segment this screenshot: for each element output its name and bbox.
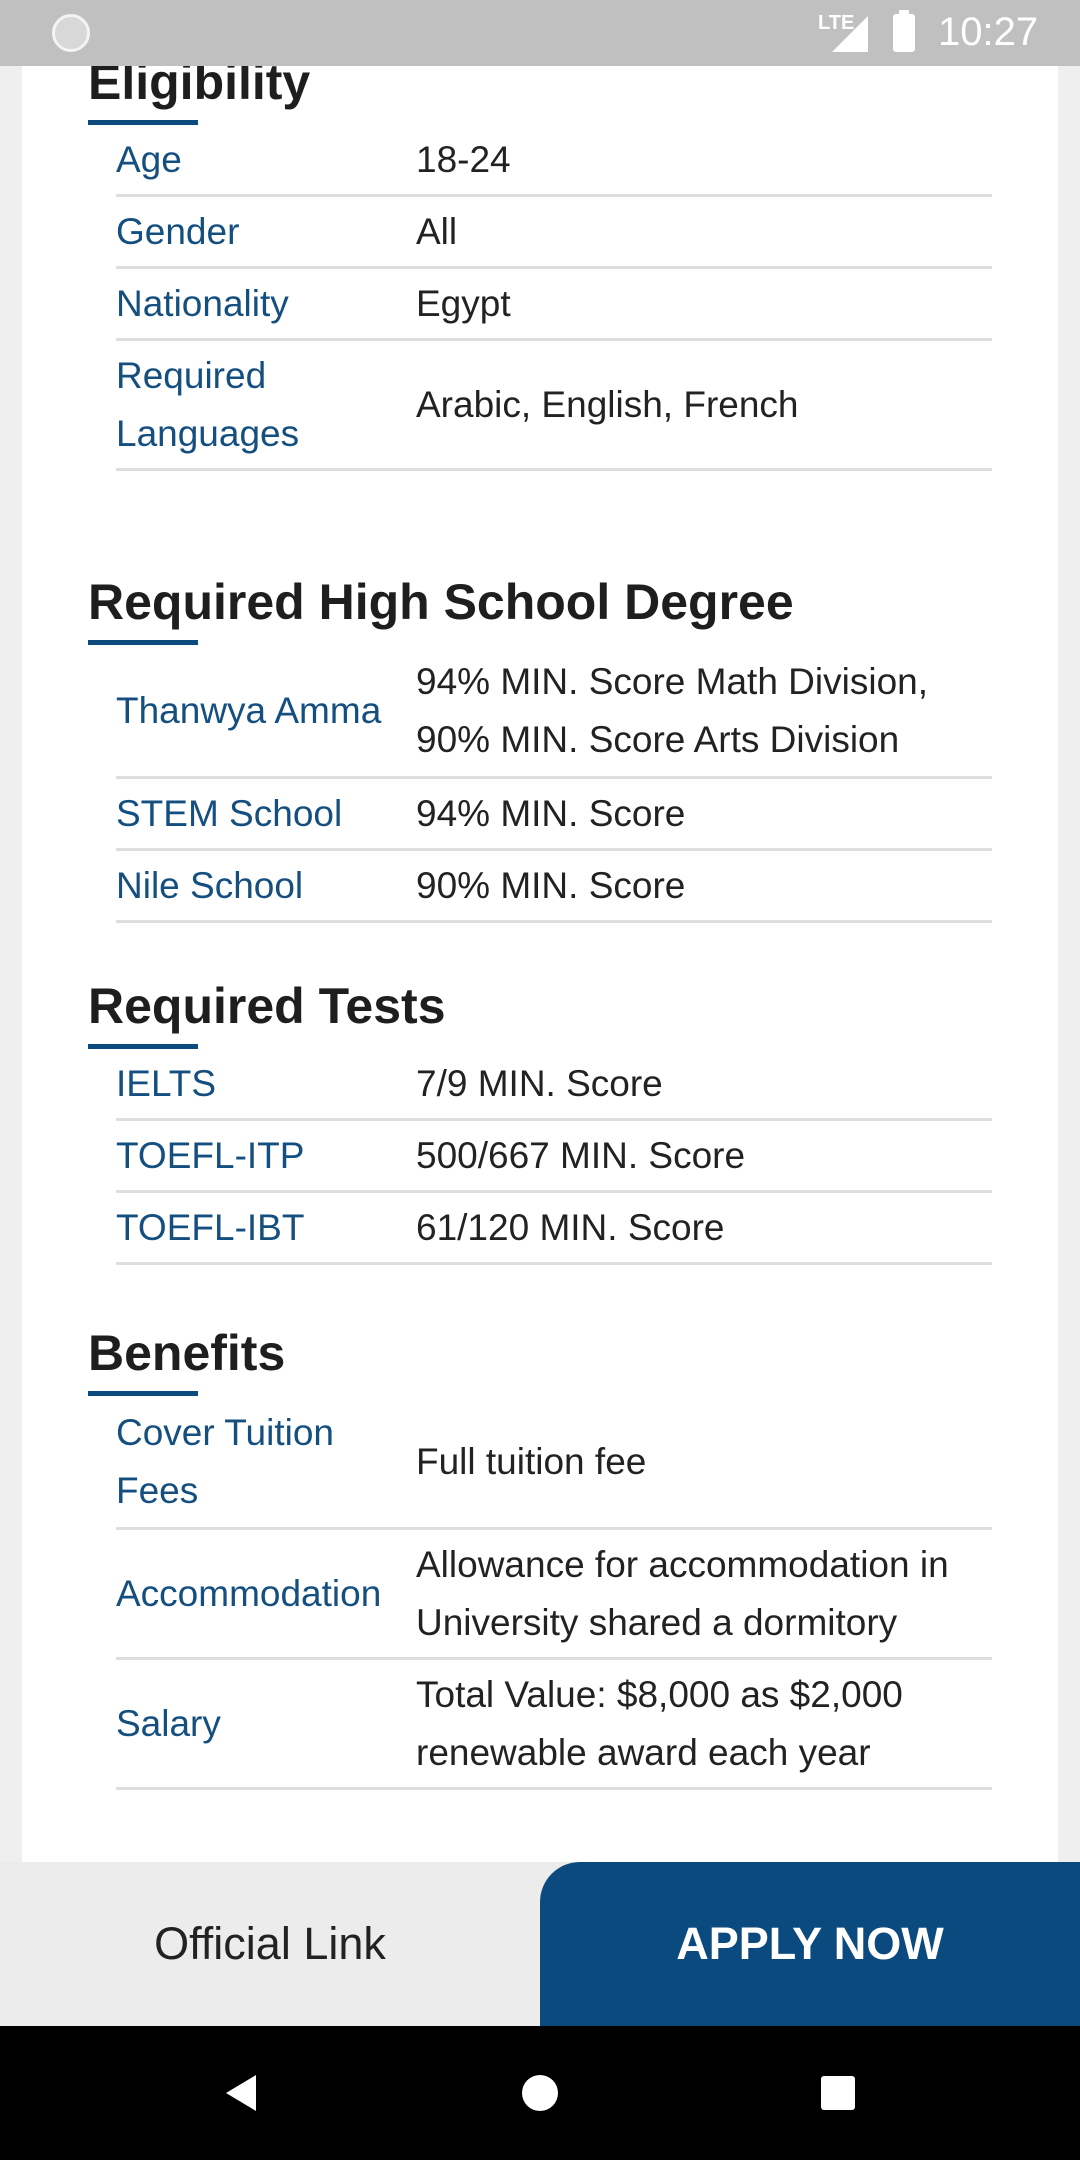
row-value: Egypt (416, 282, 511, 324)
row-label: Nile School (116, 864, 304, 906)
row-value: Full tuition fee (416, 1440, 647, 1482)
table-row: Cover Tuition Fees Full tuition fee (116, 1396, 992, 1530)
row-value: 94% MIN. Score Math Division, 90% MIN. S… (416, 660, 929, 760)
signal-icon (832, 16, 868, 52)
back-icon[interactable] (222, 2071, 262, 2115)
table-row: Salary Total Value: $8,000 as $2,000 ren… (116, 1660, 992, 1790)
row-label: Cover Tuition Fees (116, 1411, 334, 1511)
tests-section: Required Tests IELTS 7/9 MIN. Score TOEF… (88, 978, 1014, 1265)
row-value: Arabic, English, French (416, 383, 799, 425)
table-row: Nile School 90% MIN. Score (116, 851, 992, 923)
table-row: Thanwya Amma 94% MIN. Score Math Divisio… (116, 645, 992, 779)
benefits-rows: Cover Tuition Fees Full tuition fee Acco… (116, 1396, 992, 1790)
bottom-action-bar: Official Link APPLY NOW (0, 1862, 1080, 2026)
recents-icon[interactable] (818, 2071, 858, 2115)
clock: 10:27 (938, 10, 1039, 54)
status-bar: LTE 10:27 (0, 0, 1080, 66)
row-label: IELTS (116, 1062, 217, 1104)
tests-rows: IELTS 7/9 MIN. Score TOEFL-ITP 500/667 M… (116, 1049, 992, 1265)
row-label: Required Languages (116, 354, 300, 454)
row-label: Age (116, 138, 182, 180)
home-icon[interactable] (520, 2071, 560, 2115)
row-label: Gender (116, 210, 240, 252)
section-title: Required High School Degree (88, 574, 794, 630)
high-school-rows: Thanwya Amma 94% MIN. Score Math Divisio… (116, 645, 992, 923)
system-nav-bar (0, 2026, 1080, 2160)
table-row: Required Languages Arabic, English, Fren… (116, 341, 992, 471)
table-row: Age 18-24 (116, 125, 992, 197)
row-value: 500/667 MIN. Score (416, 1134, 746, 1176)
row-label: STEM School (116, 792, 343, 834)
row-label: Salary (116, 1702, 221, 1744)
table-row: STEM School 94% MIN. Score (116, 779, 992, 851)
official-link-button[interactable]: Official Link (0, 1862, 540, 2026)
row-label: Accommodation (116, 1572, 382, 1614)
apply-now-button[interactable]: APPLY NOW (540, 1862, 1080, 2026)
table-row: Nationality Egypt (116, 269, 992, 341)
section-title: Required Tests (88, 978, 446, 1034)
row-label: TOEFL-ITP (116, 1134, 305, 1176)
row-value: 18-24 (416, 138, 511, 180)
battery-icon (893, 10, 915, 52)
row-value: 94% MIN. Score (416, 792, 686, 834)
row-label: Nationality (116, 282, 289, 324)
table-row: Accommodation Allowance for accommodatio… (116, 1530, 992, 1660)
row-value: 61/120 MIN. Score (416, 1206, 725, 1248)
eligibility-rows: Age 18-24 Gender All Nationality Egypt R… (116, 125, 992, 471)
row-value: 7/9 MIN. Score (416, 1062, 663, 1104)
row-value: Allowance for accommodation in Universit… (416, 1543, 949, 1643)
row-label: Thanwya Amma (116, 689, 382, 731)
row-value: All (416, 210, 458, 252)
section-title: Benefits (88, 1325, 286, 1381)
scholarship-details-card: Eligibility Age 18-24 Gender All Nationa… (22, 0, 1058, 1862)
table-row: TOEFL-IBT 61/120 MIN. Score (116, 1193, 992, 1265)
table-row: TOEFL-ITP 500/667 MIN. Score (116, 1121, 992, 1193)
eligibility-section: Eligibility Age 18-24 Gender All Nationa… (88, 54, 1014, 471)
benefits-section: Benefits Cover Tuition Fees Full tuition… (88, 1325, 1014, 1790)
row-label: TOEFL-IBT (116, 1206, 305, 1248)
row-value: Total Value: $8,000 as $2,000 renewable … (416, 1673, 903, 1773)
table-row: IELTS 7/9 MIN. Score (116, 1049, 992, 1121)
high-school-section: Required High School Degree Thanwya Amma… (88, 574, 1014, 923)
row-value: 90% MIN. Score (416, 864, 686, 906)
notification-icon (52, 14, 90, 52)
table-row: Gender All (116, 197, 992, 269)
